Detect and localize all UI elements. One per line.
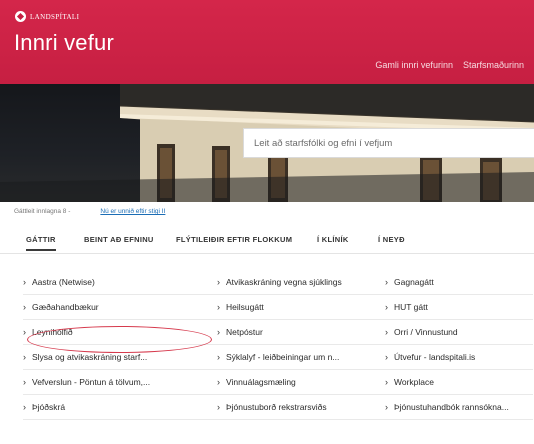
link-heilsugatt[interactable]: › Heilsugátt [217, 302, 264, 312]
link-utvefur[interactable]: › Útvefur - landspitali.is [385, 352, 475, 362]
link-syklalyf[interactable]: › Sýklalyf - leiðbeiningar um n... [217, 352, 339, 362]
chevron-right-icon: › [385, 327, 388, 337]
nav-link-old-intranet[interactable]: Gamli innri vefurinn [375, 60, 453, 70]
tab-beint-ad-efninu[interactable]: BEINT AÐ EFNINU [84, 235, 154, 244]
link-workplace[interactable]: › Workplace [385, 377, 434, 387]
chevron-right-icon: › [217, 377, 220, 387]
link-vinnualagsmaeling[interactable]: › Vinnuálagsmæling [217, 377, 296, 387]
site-title[interactable]: Innri vefur [14, 30, 114, 56]
list-row: › Gæðahandbækur › Heilsugátt › HUT gátt [23, 294, 533, 320]
tab-flytileidir[interactable]: FLÝTILEIÐIR EFTIR FLOKKUM [176, 235, 292, 244]
link-aastra[interactable]: › Aastra (Netwise) [23, 277, 95, 287]
breadcrumb: Gáttleit innlagna 8 - Nú er unnið eftir … [14, 208, 165, 215]
chevron-right-icon: › [217, 402, 220, 412]
chevron-right-icon: › [217, 277, 220, 287]
tab-gattir[interactable]: GÁTTIR [26, 235, 56, 251]
chevron-right-icon: › [23, 377, 26, 387]
site-header: LANDSPÍTALI Innri vefur Gamli innri vefu… [0, 0, 534, 84]
link-orri-vinnustund[interactable]: › Orri / Vinnustund [385, 327, 458, 337]
link-thjodskra[interactable]: › Þjóðskrá [23, 402, 65, 412]
chevron-right-icon: › [217, 302, 220, 312]
search-input[interactable] [244, 129, 534, 157]
logo-text: LANDSPÍTALI [30, 12, 80, 21]
chevron-right-icon: › [23, 302, 26, 312]
tab-klinik[interactable]: Í KLÍNÍK [317, 235, 349, 244]
chevron-right-icon: › [23, 277, 26, 287]
link-gagnagatt[interactable]: › Gagnagátt [385, 277, 434, 287]
link-atvikaskraning[interactable]: › Atvikaskráning vegna sjúklings [217, 277, 342, 287]
status-link[interactable]: Nú er unnið eftir stigi II [100, 208, 165, 215]
link-thjonustubord[interactable]: › Þjónustuborð rekstrarsviðs [217, 402, 327, 412]
link-vefverslun[interactable]: › Vefverslun - Pöntun á tölvum,... [23, 377, 150, 387]
landspitali-logo[interactable]: LANDSPÍTALI [15, 11, 79, 22]
tab-bar: GÁTTIR BEINT AÐ EFNINU FLÝTILEIÐIR EFTIR… [0, 226, 534, 254]
chevron-right-icon: › [385, 352, 388, 362]
chevron-right-icon: › [217, 352, 220, 362]
chevron-right-icon: › [23, 327, 26, 337]
chevron-right-icon: › [385, 402, 388, 412]
chevron-right-icon: › [385, 277, 388, 287]
tab-neyd[interactable]: Í NEYÐ [378, 235, 405, 244]
highlight-ellipse [27, 326, 212, 353]
chevron-right-icon: › [385, 302, 388, 312]
chevron-right-icon: › [23, 402, 26, 412]
header-nav: Gamli innri vefurinn Starfsmaðurinn S [375, 60, 534, 70]
link-hut-gatt[interactable]: › HUT gátt [385, 302, 428, 312]
chevron-right-icon: › [385, 377, 388, 387]
list-row: › Vefverslun - Pöntun á tölvum,... › Vinnu… [23, 369, 533, 395]
link-slysa-atvikaskraning[interactable]: › Slysa og atvikaskráning starf... [23, 352, 147, 362]
list-row: › Aastra (Netwise) › Atvikaskráning vegna … [23, 269, 533, 295]
link-thjonustuhandbok[interactable]: › Þjónustuhandbók rannsókna... [385, 402, 509, 412]
nav-link-employee[interactable]: Starfsmaðurinn [463, 60, 524, 70]
chevron-right-icon: › [23, 352, 26, 362]
link-netpostur[interactable]: › Netpóstur [217, 327, 263, 337]
chevron-right-icon: › [217, 327, 220, 337]
link-gaedahandbaekur[interactable]: › Gæðahandbækur [23, 302, 99, 312]
list-row: › Þjóðskrá › Þjónustuborð rekstrarsviðs › Þ… [23, 394, 533, 420]
status-text: Gáttleit innlagna 8 - [14, 208, 71, 215]
search-box[interactable] [243, 128, 534, 158]
cross-logo-icon [15, 11, 26, 22]
